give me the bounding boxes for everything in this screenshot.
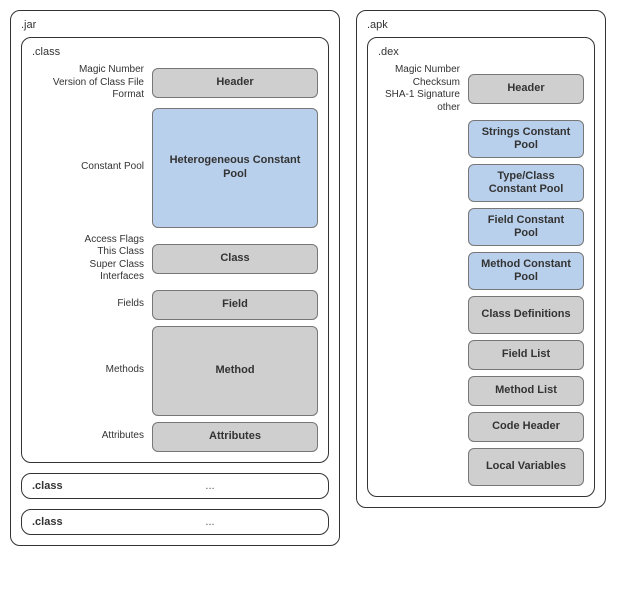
row-method: Methods Method bbox=[32, 326, 318, 416]
block-class: Class bbox=[152, 244, 318, 274]
label-fields: Fields bbox=[32, 298, 152, 311]
dex-row-header: Magic Number Checksum SHA-1 Signature ot… bbox=[378, 64, 584, 114]
dex-box-title: .dex bbox=[378, 46, 584, 58]
class-box: .class Magic Number Version of Class Fil… bbox=[21, 37, 329, 463]
dex-row-methodlist: Method List bbox=[378, 376, 584, 406]
dex-block-method-list: Method List bbox=[468, 376, 584, 406]
block-heterogeneous-constant-pool: Heterogeneous Constant Pool bbox=[152, 108, 318, 228]
dex-block-method-constant-pool: Method Constant Pool bbox=[468, 252, 584, 290]
dex-block-code-header: Code Header bbox=[468, 412, 584, 442]
diagram-root: .jar .class Magic Number Version of Clas… bbox=[10, 10, 611, 546]
class-stub-2: .class ... bbox=[21, 509, 329, 535]
dex-row-methodcp: Method Constant Pool bbox=[378, 252, 584, 290]
dex-row-strings: Strings Constant Pool bbox=[378, 120, 584, 158]
dex-row-fieldcp: Field Constant Pool bbox=[378, 208, 584, 246]
dex-row-typeclass: Type/Class Constant Pool bbox=[378, 164, 584, 202]
label-constant-pool: Constant Pool bbox=[32, 161, 152, 174]
dex-row-codeheader: Code Header bbox=[378, 412, 584, 442]
dex-block-strings-constant-pool: Strings Constant Pool bbox=[468, 120, 584, 158]
row-field: Fields Field bbox=[32, 290, 318, 320]
apk-title: .apk bbox=[367, 19, 595, 31]
dex-row-localvars: Local Variables bbox=[378, 448, 584, 486]
block-field: Field bbox=[152, 290, 318, 320]
dex-row-classdef: Class Definitions bbox=[378, 296, 584, 334]
class-stub-1-title: .class bbox=[32, 480, 102, 492]
jar-container: .jar .class Magic Number Version of Clas… bbox=[10, 10, 340, 546]
class-stub-1-dots: ... bbox=[102, 480, 318, 492]
row-class: Access Flags This Class Super Class Inte… bbox=[32, 234, 318, 284]
dex-block-header: Header bbox=[468, 74, 584, 104]
label-class: Access Flags This Class Super Class Inte… bbox=[32, 234, 152, 284]
label-header: Magic Number Version of Class File Forma… bbox=[32, 64, 152, 102]
dex-block-typeclass-constant-pool: Type/Class Constant Pool bbox=[468, 164, 584, 202]
row-attributes: Attributes Attributes bbox=[32, 422, 318, 452]
label-methods: Methods bbox=[32, 364, 152, 377]
apk-container: .apk .dex Magic Number Checksum SHA-1 Si… bbox=[356, 10, 606, 508]
class-box-title: .class bbox=[32, 46, 318, 58]
jar-title: .jar bbox=[21, 19, 329, 31]
dex-label-header: Magic Number Checksum SHA-1 Signature ot… bbox=[378, 64, 468, 114]
dex-block-field-constant-pool: Field Constant Pool bbox=[468, 208, 584, 246]
row-constant-pool: Constant Pool Heterogeneous Constant Poo… bbox=[32, 108, 318, 228]
dex-block-class-definitions: Class Definitions bbox=[468, 296, 584, 334]
block-method: Method bbox=[152, 326, 318, 416]
dex-block-field-list: Field List bbox=[468, 340, 584, 370]
block-header: Header bbox=[152, 68, 318, 98]
block-attributes: Attributes bbox=[152, 422, 318, 452]
label-attributes: Attributes bbox=[32, 430, 152, 443]
dex-block-local-variables: Local Variables bbox=[468, 448, 584, 486]
class-stub-2-dots: ... bbox=[102, 516, 318, 528]
dex-box: .dex Magic Number Checksum SHA-1 Signatu… bbox=[367, 37, 595, 497]
class-stub-1: .class ... bbox=[21, 473, 329, 499]
dex-row-fieldlist: Field List bbox=[378, 340, 584, 370]
row-header: Magic Number Version of Class File Forma… bbox=[32, 64, 318, 102]
class-stub-2-title: .class bbox=[32, 516, 102, 528]
